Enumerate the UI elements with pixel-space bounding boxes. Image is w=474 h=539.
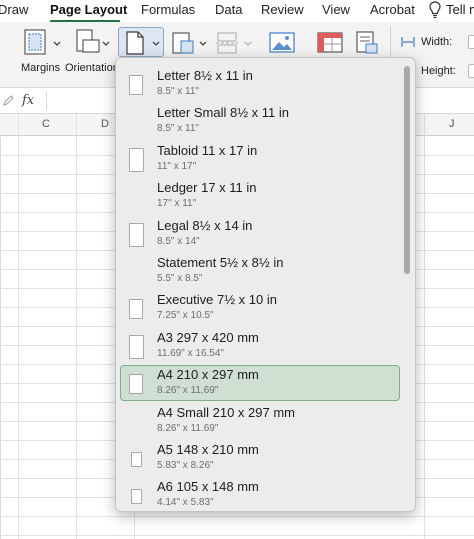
margins-label[interactable]: Margins xyxy=(21,62,60,74)
paper-size-dimensions: 5.83" x 8.26" xyxy=(157,460,214,471)
paper-size-option[interactable]: A4 Small 210 x 297 mm 8.26" x 11.69" xyxy=(120,403,400,439)
paper-size-name: Letter 8½ x 11 in xyxy=(157,68,253,83)
paper-size-name: Ledger 17 x 11 in xyxy=(157,180,257,196)
height-label: Height: xyxy=(421,65,456,77)
paper-size-dimensions: 8.26" x 11.69" xyxy=(157,385,219,397)
column-header-d[interactable]: D xyxy=(101,118,109,130)
portrait-page-icon xyxy=(129,147,144,172)
height-field[interactable] xyxy=(468,64,474,78)
width-icon xyxy=(401,37,415,47)
orientation-label[interactable]: Orientation xyxy=(65,62,119,74)
chevron-down-icon[interactable] xyxy=(198,40,208,48)
tab-acrobat[interactable]: Acrobat xyxy=(370,2,415,17)
paper-size-option[interactable]: Statement 5½ x 8½ in 5.5" x 8.5" xyxy=(120,253,400,289)
page-setup-icon[interactable] xyxy=(354,30,380,56)
paper-size-name: A5 148 x 210 mm xyxy=(157,442,259,457)
paper-size-option[interactable]: Ledger 17 x 11 in 17" x 11" xyxy=(120,178,400,214)
paper-size-option[interactable]: Legal 8½ x 14 in 8.5" x 14" xyxy=(120,216,400,252)
paper-size-option[interactable]: Letter Small 8½ x 11 in 8.5" x 11" xyxy=(120,103,400,139)
paper-size-option[interactable]: Tabloid 11 x 17 in 11" x 17" xyxy=(120,141,400,177)
portrait-page-icon xyxy=(129,75,143,95)
column-header-j[interactable]: J xyxy=(449,118,455,130)
paper-size-option[interactable]: A6 105 x 148 mm 4.14" x 5.83" xyxy=(120,477,400,511)
paper-size-dimensions: 11.69" x 16.54" xyxy=(157,347,224,359)
width-field[interactable] xyxy=(468,35,474,49)
paper-size-option[interactable]: A3 297 x 420 mm 11.69" x 16.54" xyxy=(120,328,400,364)
tab-page-layout[interactable]: Page Layout xyxy=(50,2,127,17)
tab-review[interactable]: Review xyxy=(261,2,304,17)
paper-size-dimensions: 4.14" x 5.83" xyxy=(157,497,214,509)
lightbulb-icon[interactable] xyxy=(428,1,442,19)
paper-size-dimensions: 8.5" x 11" xyxy=(157,86,199,97)
paper-size-name: Statement 5½ x 8½ in xyxy=(157,255,284,270)
breaks-icon[interactable] xyxy=(214,30,240,56)
column-divider xyxy=(76,114,77,539)
portrait-page-icon xyxy=(129,299,143,320)
paper-size-menu: Letter 8½ x 11 in 8.5" x 11" Letter Small … xyxy=(115,57,416,512)
print-titles-icon[interactable] xyxy=(316,30,344,56)
column-divider xyxy=(18,114,19,539)
portrait-page-icon xyxy=(129,222,144,247)
tab-formulas[interactable]: Formulas xyxy=(141,2,195,17)
paper-size-dimensions: 5.5" x 8.5" xyxy=(157,273,203,284)
portrait-page-icon xyxy=(131,489,142,505)
paper-size-option[interactable]: Letter 8½ x 11 in 8.5" x 11" xyxy=(120,66,400,102)
paper-size-dimensions: 8.5" x 14" xyxy=(157,235,200,247)
paper-size-name: Executive 7½ x 10 in xyxy=(157,292,277,308)
column-header-c[interactable]: C xyxy=(42,118,50,130)
chevron-down-icon[interactable] xyxy=(101,40,111,48)
portrait-page-icon xyxy=(129,374,143,395)
paper-size-option[interactable]: A5 148 x 210 mm 5.83" x 8.26" xyxy=(120,440,400,476)
paper-size-name: Letter Small 8½ x 11 in xyxy=(157,105,289,121)
paper-size-name: A6 105 x 148 mm xyxy=(157,479,259,495)
chevron-down-icon[interactable] xyxy=(243,40,253,48)
paper-size-dimensions: 8.5" x 11" xyxy=(157,123,199,135)
tab-tell-me[interactable]: Tell m xyxy=(446,2,474,17)
chevron-down-icon[interactable] xyxy=(151,40,161,48)
menu-scrollbar[interactable] xyxy=(404,66,410,274)
paper-size-name: A4 Small 210 x 297 mm xyxy=(157,404,296,420)
paper-size-name: A3 297 x 420 mm xyxy=(157,329,259,345)
chevron-down-icon[interactable] xyxy=(52,40,62,48)
fx-label[interactable]: fx xyxy=(22,93,34,108)
page-size-icon[interactable] xyxy=(123,30,147,56)
paper-size-name: Tabloid 11 x 17 in xyxy=(157,142,258,158)
paper-size-dimensions: 17" x 11" xyxy=(157,198,197,210)
paper-size-option[interactable]: A4 210 x 297 mm 8.26" x 11.69" xyxy=(120,365,400,402)
portrait-page-icon xyxy=(131,452,142,467)
ribbon-tabs: Draw Page Layout Formulas Data Review Vi… xyxy=(0,0,474,23)
portrait-page-icon xyxy=(129,334,144,359)
column-divider xyxy=(424,114,425,539)
background-image-icon[interactable] xyxy=(268,30,296,56)
tab-view[interactable]: View xyxy=(322,2,350,17)
paper-size-name: Legal 8½ x 14 in xyxy=(157,217,253,233)
paper-size-option[interactable]: Executive 7½ x 10 in 7.25" x 10.5" xyxy=(120,290,400,326)
paper-size-dimensions: 11" x 17" xyxy=(157,160,197,172)
margins-icon[interactable] xyxy=(22,28,48,56)
tab-data[interactable]: Data xyxy=(215,2,242,17)
paper-size-dimensions: 8.26" x 11.69" xyxy=(157,422,219,434)
formula-bar-divider xyxy=(46,92,47,110)
pencil-icon xyxy=(3,95,14,106)
orientation-icon[interactable] xyxy=(74,28,102,56)
width-label: Width: xyxy=(421,36,453,48)
print-area-icon[interactable] xyxy=(170,30,196,56)
tab-draw[interactable]: Draw xyxy=(0,2,28,17)
paper-size-dimensions: 7.25" x 10.5" xyxy=(157,310,214,322)
paper-size-name: A4 210 x 297 mm xyxy=(157,367,259,383)
